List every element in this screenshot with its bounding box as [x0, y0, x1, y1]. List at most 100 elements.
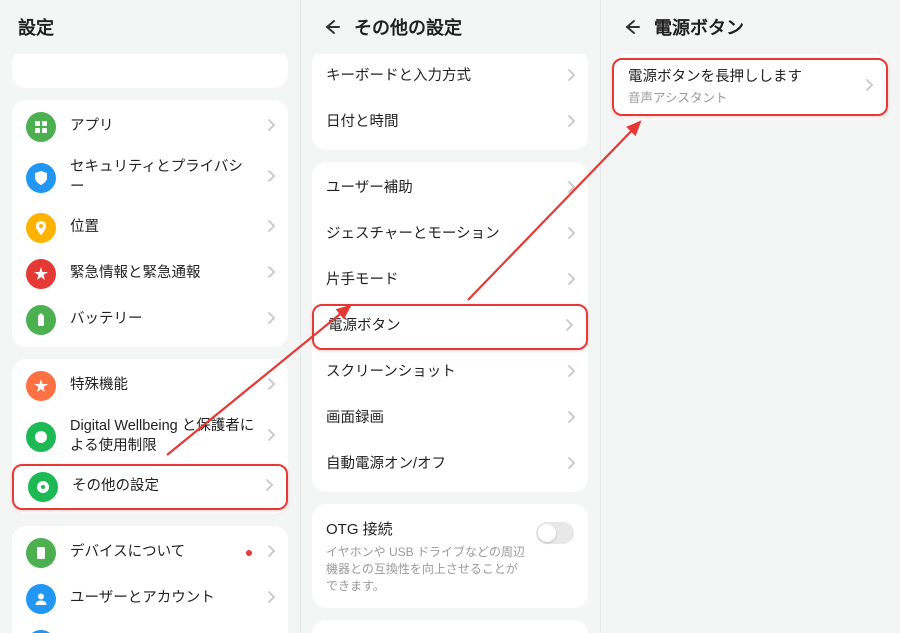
row-google[interactable]: GGoogle: [12, 622, 288, 633]
row-label: セキュリティとプライバシー: [70, 150, 274, 205]
row-location[interactable]: 位置: [12, 205, 288, 251]
battery-icon: [26, 305, 56, 335]
row-security[interactable]: セキュリティとプライバシー: [12, 150, 288, 205]
chevron: [266, 218, 276, 238]
panel-2-scroll[interactable]: キーボードと入力方式日付と時間 ユーザー補助ジェスチャーとモーション片手モード電…: [300, 54, 600, 633]
chevron-right-icon: [266, 117, 276, 133]
row-label: その他の設定: [72, 469, 272, 505]
row-more[interactable]: その他の設定: [12, 464, 288, 510]
chevron: [266, 376, 276, 396]
about-icon: [26, 538, 56, 568]
row-label: 位置: [70, 210, 274, 246]
chevron: [266, 310, 276, 330]
row-label: 画面録画: [326, 401, 574, 437]
row-special[interactable]: 特殊機能: [12, 363, 288, 409]
chevron: [266, 264, 276, 284]
chevron: [566, 179, 576, 199]
row-screenrec[interactable]: 画面録画: [312, 396, 588, 442]
security-icon: [26, 163, 56, 193]
chevron: [566, 409, 576, 429]
row-keyboard[interactable]: キーボードと入力方式: [312, 54, 588, 100]
row-about[interactable]: デバイスについて: [12, 530, 288, 576]
chevron: [566, 455, 576, 475]
divider-1: [300, 0, 301, 633]
row-onehand[interactable]: 片手モード: [312, 258, 588, 304]
users-icon: [26, 584, 56, 614]
power-group: 電源ボタンを長押しします音声アシスタント: [612, 54, 888, 120]
apps-icon: [26, 112, 56, 142]
row-label: Google: [70, 627, 274, 633]
chevron-right-icon: [264, 477, 274, 493]
row-label: Digital Wellbeing と保護者による使用制限: [70, 409, 274, 464]
row-emergency[interactable]: 緊急情報と緊急通報: [12, 251, 288, 297]
panel-1-header: 設定: [0, 0, 300, 54]
row-label: 片手モード: [326, 263, 574, 299]
otg-toggle[interactable]: [536, 522, 574, 544]
row-label: ユーザーとアカウント: [70, 581, 274, 617]
panel-2-title: その他の設定: [354, 14, 462, 40]
row-power[interactable]: 電源ボタン: [312, 304, 588, 350]
chevron: [566, 67, 576, 87]
chevron-right-icon: [266, 310, 276, 326]
row-label: 電源ボタンを長押しします音声アシスタント: [628, 60, 872, 114]
divider-2: [600, 0, 601, 633]
panel-1-title: 設定: [18, 14, 54, 40]
chevron: [266, 589, 276, 609]
panel-3-title: 電源ボタン: [654, 14, 744, 40]
more-group-1: キーボードと入力方式日付と時間: [312, 54, 588, 150]
power-button-panel: 電源ボタン 電源ボタンを長押しします音声アシスタント: [600, 0, 900, 633]
panel-2-header: その他の設定: [300, 0, 600, 54]
chevron-right-icon: [864, 77, 874, 93]
chevron-right-icon: [266, 427, 276, 443]
chevron: [864, 77, 874, 97]
panel-1-scroll[interactable]: アプリセキュリティとプライバシー位置緊急情報と緊急通報バッテリー 特殊機能Dig…: [0, 54, 300, 633]
row-battery[interactable]: バッテリー: [12, 297, 288, 343]
panel-2-inner: キーボードと入力方式日付と時間 ユーザー補助ジェスチャーとモーション片手モード電…: [300, 54, 600, 633]
row-accessibility[interactable]: ユーザー補助: [312, 166, 588, 212]
arrow-left-icon: [321, 17, 341, 37]
otg-row: OTG 接続: [312, 508, 588, 548]
row-label: キーボードと入力方式: [326, 59, 574, 95]
row-longpress[interactable]: 電源ボタンを長押しします音声アシスタント: [612, 58, 888, 116]
settings-group-3: デバイスについてユーザーとアカウント GGoogle: [12, 526, 288, 633]
settings-group-1: アプリセキュリティとプライバシー位置緊急情報と緊急通報バッテリー: [12, 100, 288, 347]
row-datetime[interactable]: 日付と時間: [312, 100, 588, 146]
row-label: デバイスについて: [70, 535, 274, 571]
arrow-left-icon: [621, 17, 641, 37]
row-label: バッテリー: [70, 302, 274, 338]
special-icon: [26, 371, 56, 401]
chevron: [564, 317, 574, 337]
row-truncated-top[interactable]: [12, 54, 288, 84]
row-autopower[interactable]: 自動電源オン/オフ: [312, 442, 588, 488]
row-apps[interactable]: アプリ: [12, 104, 288, 150]
chevron: [266, 427, 276, 447]
panel-3-scroll[interactable]: 電源ボタンを長押しします音声アシスタント: [600, 54, 900, 633]
panel-3-header: 電源ボタン: [600, 0, 900, 54]
chevron-right-icon: [266, 543, 276, 559]
chevron-right-icon: [266, 168, 276, 184]
row-label: 日付と時間: [326, 105, 574, 141]
back-button-3[interactable]: [618, 14, 644, 40]
row-label: ジェスチャーとモーション: [326, 217, 574, 253]
chevron-right-icon: [566, 363, 576, 379]
row-users[interactable]: ユーザーとアカウント: [12, 576, 288, 622]
row-label: システムサービス: [326, 630, 574, 633]
row-screenshot[interactable]: スクリーンショット: [312, 350, 588, 396]
wellbeing-icon: [26, 422, 56, 452]
chevron-right-icon: [566, 409, 576, 425]
row-wellbeing[interactable]: Digital Wellbeing と保護者による使用制限: [12, 409, 288, 464]
chevron: [566, 363, 576, 383]
chevron-right-icon: [566, 67, 576, 83]
row-label: 緊急情報と緊急通報: [70, 256, 274, 292]
row-gestures[interactable]: ジェスチャーとモーション: [312, 212, 588, 258]
back-button[interactable]: [318, 14, 344, 40]
chevron: [566, 113, 576, 133]
row-system[interactable]: システムサービス: [312, 624, 588, 633]
chevron-right-icon: [266, 264, 276, 280]
chevron-right-icon: [566, 179, 576, 195]
emergency-icon: [26, 259, 56, 289]
otg-title: OTG 接続: [326, 518, 393, 539]
chevron: [566, 271, 576, 291]
chevron-right-icon: [266, 376, 276, 392]
row-label: ユーザー補助: [326, 171, 574, 207]
